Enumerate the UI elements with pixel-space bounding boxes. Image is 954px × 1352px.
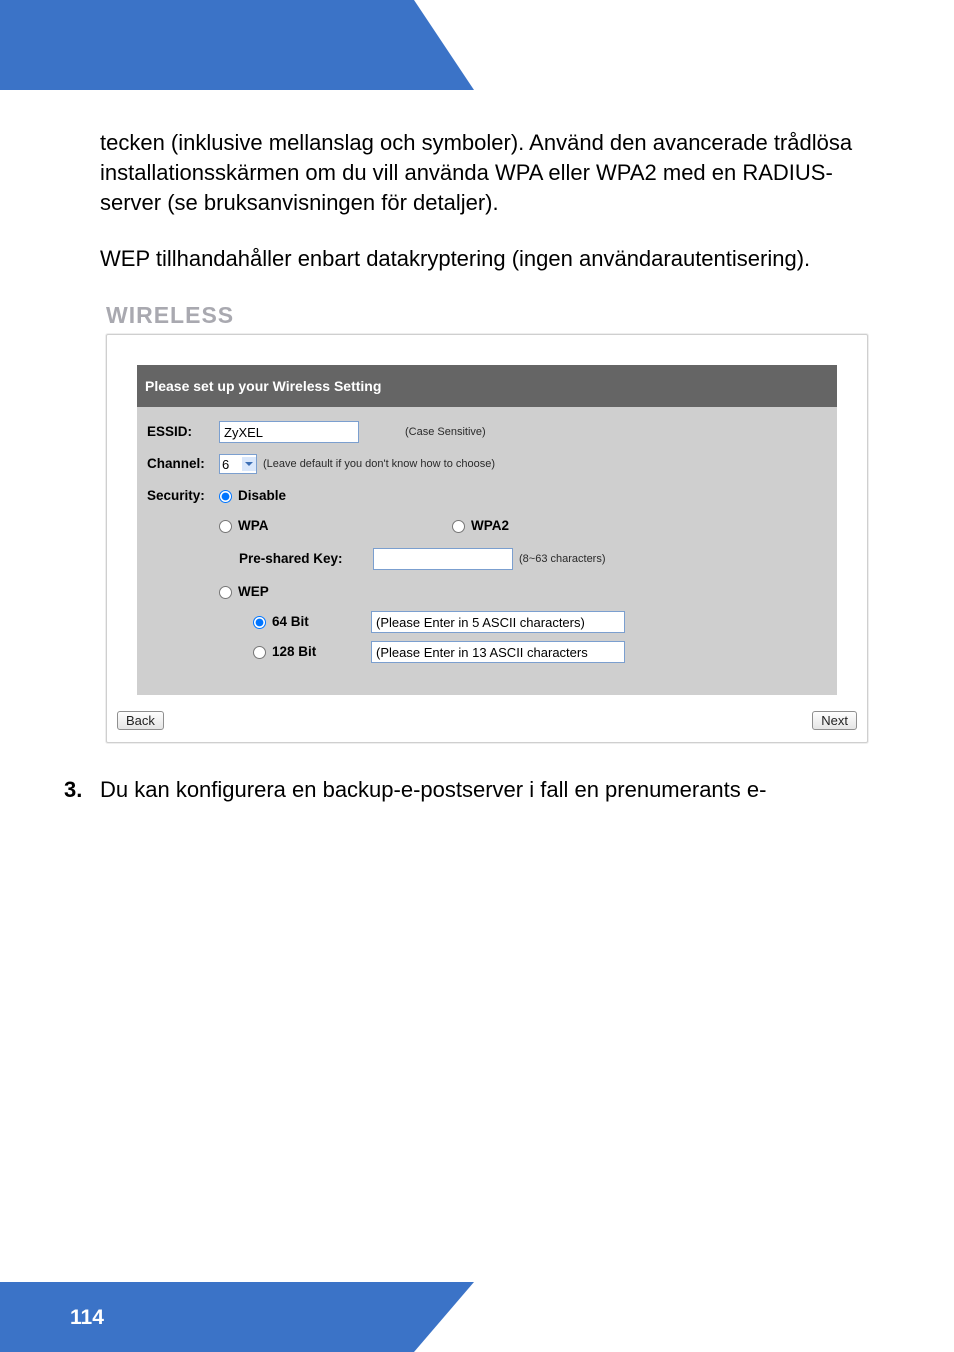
security-label: Security: — [147, 481, 219, 511]
wep-64bit-radio[interactable] — [253, 616, 266, 629]
header-band-cut — [474, 0, 954, 90]
step-3-number: 3. — [64, 775, 100, 805]
channel-select[interactable]: 6 — [219, 454, 257, 474]
page-body: tecken (inklusive mellanslag och symbole… — [100, 128, 888, 805]
wep-128bit-radio[interactable] — [253, 646, 266, 659]
psk-hint: (8~63 characters) — [519, 544, 606, 574]
security-disable-radio[interactable] — [219, 490, 232, 503]
essid-input[interactable] — [219, 421, 359, 443]
psk-input[interactable] — [373, 548, 513, 570]
wep-64bit-label: 64 Bit — [272, 607, 309, 637]
footer-band-cut — [474, 1282, 954, 1352]
essid-hint: (Case Sensitive) — [405, 417, 486, 447]
wep-64bit-input[interactable] — [371, 611, 625, 633]
psk-label: Pre-shared Key: — [239, 544, 373, 574]
paragraph-1: tecken (inklusive mellanslag och symbole… — [100, 128, 888, 218]
security-wpa2-label: WPA2 — [471, 511, 509, 541]
channel-label: Channel: — [147, 449, 219, 479]
wep-128bit-input[interactable] — [371, 641, 625, 663]
wireless-heading: WIRELESS — [106, 300, 888, 330]
security-wpa-label: WPA — [238, 511, 372, 541]
security-wep-radio[interactable] — [219, 586, 232, 599]
security-disable-label: Disable — [238, 481, 286, 511]
page-number: 114 — [70, 1306, 104, 1330]
security-wpa2-radio[interactable] — [452, 520, 465, 533]
form-area: ESSID: (Case Sensitive) Channel: 6 — [137, 407, 837, 695]
security-wep-label: WEP — [238, 577, 269, 607]
step-3-text: Du kan konfigurera en backup-e-postserve… — [100, 775, 766, 805]
channel-select-wrap: 6 — [219, 454, 257, 474]
step-3: 3. Du kan konfigurera en backup-e-postse… — [64, 775, 888, 805]
channel-hint: (Leave default if you don't know how to … — [263, 449, 495, 479]
next-button[interactable]: Next — [812, 711, 857, 730]
panel-heading: Please set up your Wireless Setting — [137, 365, 837, 407]
wireless-settings-screenshot: Please set up your Wireless Setting ESSI… — [106, 334, 868, 743]
paragraph-2: WEP tillhandahåller enbart datakrypterin… — [100, 244, 888, 274]
security-wpa-radio[interactable] — [219, 520, 232, 533]
back-button[interactable]: Back — [117, 711, 164, 730]
essid-label: ESSID: — [147, 417, 219, 447]
wep-128bit-label: 128 Bit — [272, 637, 316, 667]
